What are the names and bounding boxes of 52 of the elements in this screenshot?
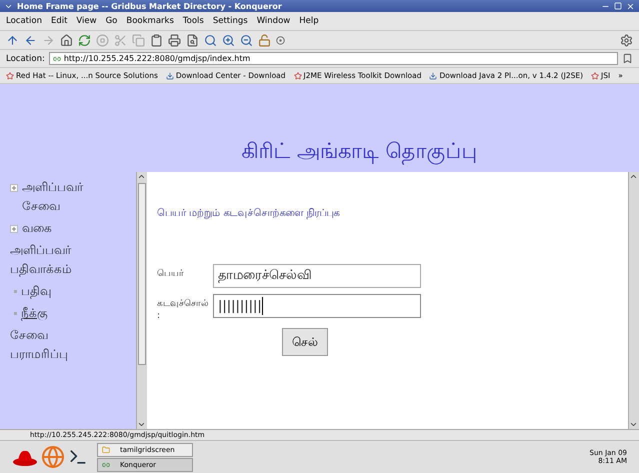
back-icon[interactable] [24, 34, 37, 46]
field-label: பெயர் [157, 268, 185, 280]
scroll-down-icon[interactable] [137, 420, 146, 429]
scroll-up-icon[interactable] [629, 172, 638, 181]
page-icon [52, 54, 61, 62]
menu-item[interactable]: Location [6, 16, 42, 26]
sidebar-item[interactable]: வகை [22, 219, 104, 238]
sidebar-heading: அளிப்பவர் பதிவாக்கம் [10, 242, 73, 279]
zoom-in-icon[interactable] [222, 34, 235, 46]
expand-icon[interactable] [10, 225, 18, 233]
print-preview-icon[interactable] [186, 34, 199, 46]
expand-icon[interactable] [10, 184, 18, 192]
download-icon [166, 72, 174, 80]
menu-item[interactable]: Bookmarks [126, 16, 174, 26]
padlock-icon[interactable] [258, 34, 271, 46]
zoom-out-icon[interactable] [240, 34, 253, 46]
location-label: Location: [6, 54, 45, 64]
menu-item[interactable]: Go [106, 16, 118, 26]
maximize-icon[interactable] [614, 2, 622, 10]
close-icon[interactable] [626, 2, 635, 10]
search-icon[interactable] [204, 34, 217, 46]
scroll-up-icon[interactable] [137, 172, 146, 181]
field-label: கடவுச்சொல் : [157, 298, 209, 322]
scroll-down-icon[interactable] [629, 420, 638, 429]
input-field[interactable]: தாமரைச்செல்வி [213, 264, 421, 288]
scrollbar-thumb[interactable] [138, 183, 146, 365]
submit-button[interactable]: செல் [282, 328, 328, 356]
menu-item[interactable]: Edit [50, 16, 68, 26]
input-field[interactable]: |||||||||| [213, 294, 421, 318]
link-icon [102, 460, 110, 468]
reload-icon[interactable] [78, 34, 91, 46]
menu-item[interactable]: Window [256, 16, 290, 26]
sidebar-link[interactable]: நீக்கு [21, 304, 101, 323]
sidebar-link[interactable]: பதிவு [21, 282, 101, 301]
window-title: Home Frame page -- Gridbus Market Directory - Konqueror [17, 2, 283, 10]
menu-item[interactable]: View [76, 16, 97, 26]
page-heading: கிரிட் அங்காடி தொகுப்பு [240, 138, 479, 167]
sidebar-item[interactable]: அளிப்பவர் சேவை [22, 178, 104, 216]
download-icon [429, 72, 438, 80]
menu-item[interactable]: Help [299, 16, 319, 26]
location-field[interactable]: http://10.255.245.222:8080/gmdjsp/index.htm [48, 52, 618, 65]
print-icon[interactable] [168, 34, 181, 46]
folder-icon [102, 446, 110, 454]
paste-icon[interactable] [150, 34, 163, 46]
up-arrow-icon[interactable] [6, 34, 19, 46]
disc-icon[interactable] [276, 36, 285, 44]
home-icon[interactable] [60, 34, 73, 46]
form-instruction: பெயர் மற்றும் கடவுச்சொற்களை நிரப்புக [157, 208, 341, 220]
menu-item[interactable]: Settings [212, 16, 248, 26]
menu-item[interactable]: Tools [182, 16, 204, 26]
sidebar-heading: சேவை பராமரிப்பு [10, 327, 69, 363]
settings-icon[interactable] [620, 34, 633, 46]
